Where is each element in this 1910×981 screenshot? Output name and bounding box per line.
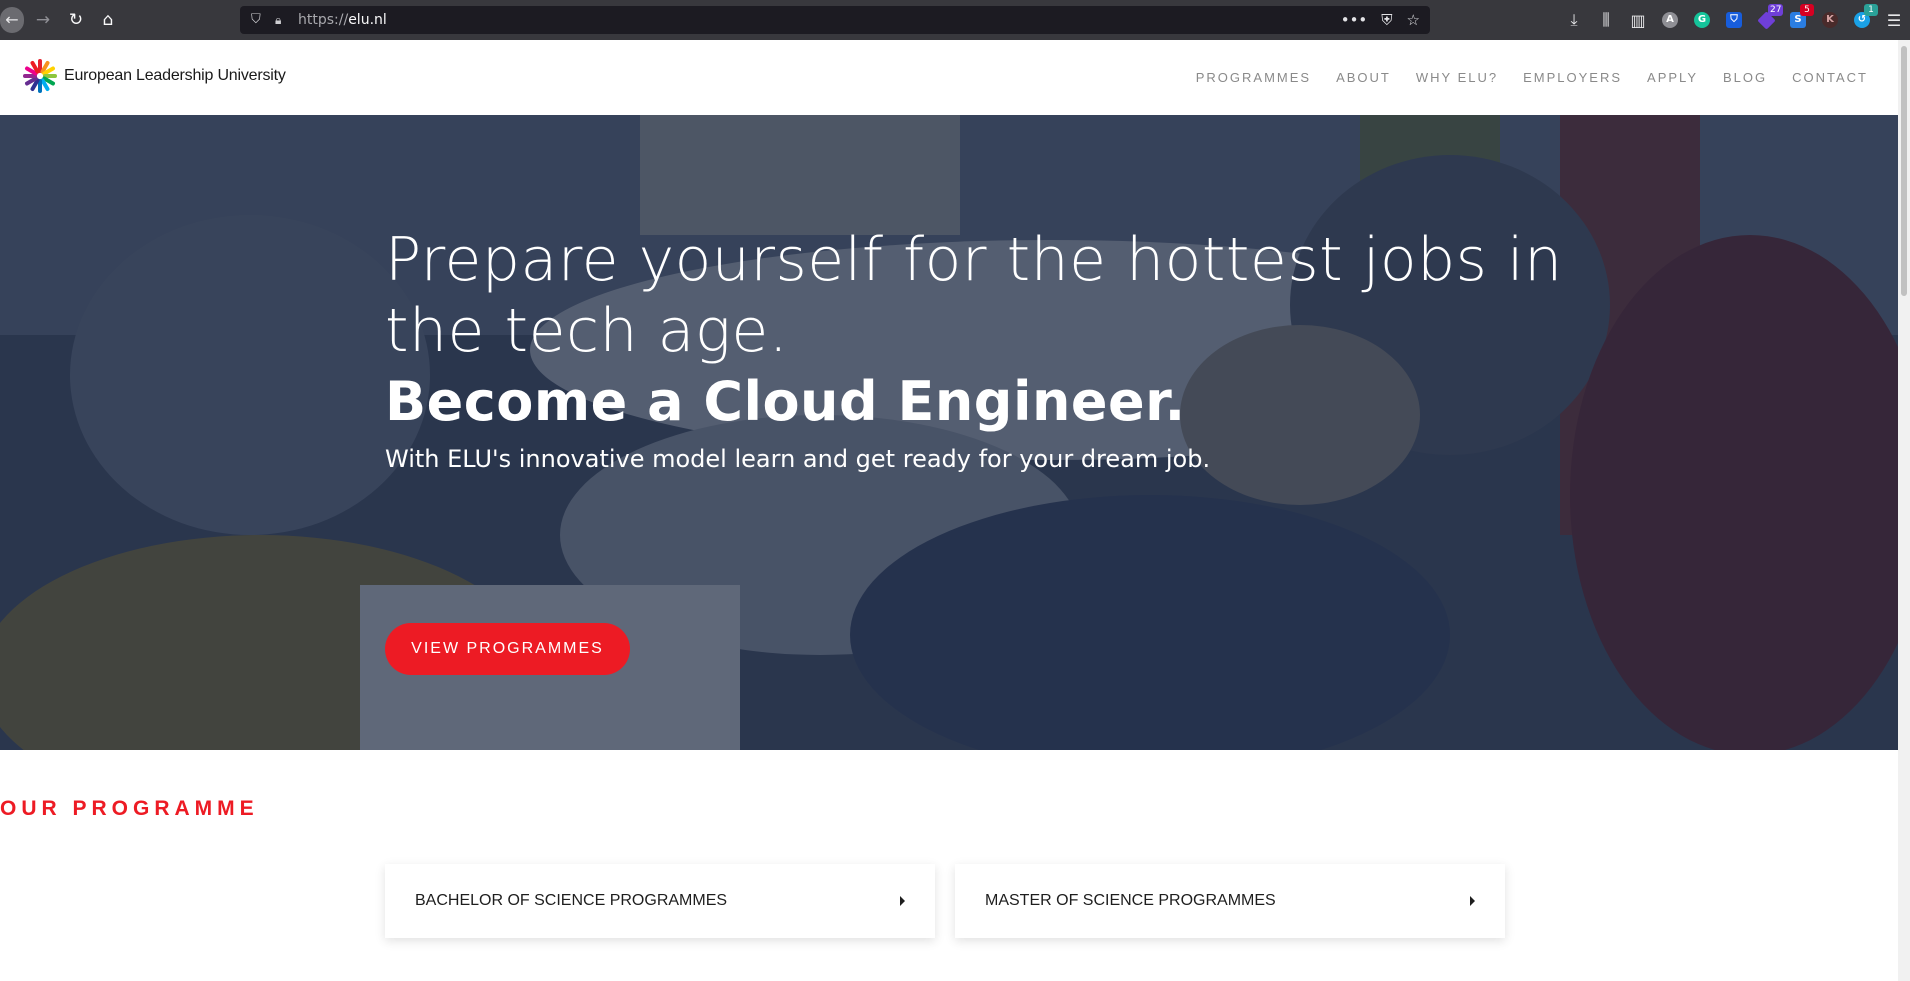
logo-burst-icon <box>23 59 57 93</box>
account-letter: A <box>1662 12 1678 28</box>
grammarly-icon[interactable]: G <box>1686 0 1718 40</box>
hero-content: Prepare yourself for the hottest jobs in… <box>385 225 1565 675</box>
address-bar[interactable]: ⛉ 🔒︎ https://elu.nl ••• ⛨ ☆ <box>240 6 1430 34</box>
scrollbar-thumb[interactable] <box>1901 46 1907 296</box>
bookmark-star-icon[interactable]: ☆ <box>1407 11 1420 29</box>
url-actions: ••• ⛨ ☆ <box>1341 6 1420 34</box>
account-icon[interactable]: A <box>1654 0 1686 40</box>
caret-right-icon <box>900 896 905 906</box>
home-button[interactable]: ⌂ <box>95 7 121 33</box>
menu-icon[interactable]: ☰ <box>1878 0 1910 40</box>
view-programmes-button[interactable]: VIEW PROGRAMMES <box>385 623 630 675</box>
url-text[interactable]: https://elu.nl <box>298 6 387 34</box>
nav-employers[interactable]: EMPLOYERS <box>1523 70 1622 85</box>
master-programmes-label: MASTER OF SCIENCE PROGRAMMES <box>985 892 1276 909</box>
bachelor-programmes-card[interactable]: BACHELOR OF SCIENCE PROGRAMMES <box>385 864 935 938</box>
url-domain: elu.nl <box>348 12 387 28</box>
pocket-icon[interactable]: ⛨ <box>1381 11 1392 29</box>
extension-red-badge: 5 <box>1800 4 1814 16</box>
browser-toolbar: ← → ↻ ⌂ ⛉ 🔒︎ https://elu.nl ••• ⛨ ☆ ⤓ ⫼ … <box>0 0 1910 40</box>
extension-blue-badge: 1 <box>1864 4 1878 16</box>
tracking-shield-icon[interactable]: ⛉ <box>251 10 267 30</box>
extension-blue-s-icon[interactable]: S 5 <box>1782 0 1814 40</box>
sidebar-icon[interactable]: ▥ <box>1622 0 1654 40</box>
toolbar-right: ⤓ ⫼ ▥ A G ⛉ 27 S 5 K ↺ 1 ☰ <box>1558 0 1910 40</box>
page-viewport: European Leadership University PROGRAMME… <box>0 40 1898 981</box>
hero-subtitle: With ELU's innovative model learn and ge… <box>385 445 1211 473</box>
extension-sync-icon[interactable]: ↺ 1 <box>1846 0 1878 40</box>
master-programmes-card[interactable]: MASTER OF SCIENCE PROGRAMMES <box>955 864 1505 938</box>
bitwarden-icon[interactable]: ⛉ <box>1718 0 1750 40</box>
our-programme-heading: OUR PROGRAMME <box>0 797 259 820</box>
page-actions-icon[interactable]: ••• <box>1341 11 1368 29</box>
site-logo[interactable]: European Leadership University <box>22 58 286 94</box>
nav-about[interactable]: ABOUT <box>1336 70 1391 85</box>
hero-title: Prepare yourself for the hottest jobs in… <box>385 225 1563 366</box>
extension-purple-icon[interactable]: 27 <box>1750 0 1784 40</box>
caret-right-icon <box>1470 896 1475 906</box>
url-scheme: https:// <box>298 12 349 28</box>
hero-title-cloud-engineer: Become a Cloud Engineer. <box>385 370 1186 433</box>
site-header: European Leadership University PROGRAMME… <box>0 40 1898 115</box>
extension-k-letter: K <box>1822 12 1838 28</box>
nav-blog[interactable]: BLOG <box>1723 70 1767 85</box>
nav-contact[interactable]: CONTACT <box>1792 70 1868 85</box>
downloads-icon[interactable]: ⤓ <box>1558 0 1590 40</box>
nav-programmes[interactable]: PROGRAMMES <box>1196 70 1311 85</box>
library-icon[interactable]: ⫼ <box>1590 0 1622 40</box>
reload-button[interactable]: ↻ <box>63 7 89 33</box>
hero-section: Prepare yourself for the hottest jobs in… <box>0 115 1898 750</box>
page-scrollbar[interactable] <box>1898 40 1910 981</box>
lock-icon[interactable]: 🔒︎ <box>275 10 291 30</box>
logo-text: European Leadership University <box>64 67 286 84</box>
forward-button[interactable]: → <box>30 7 56 33</box>
extension-k-icon[interactable]: K <box>1814 0 1846 40</box>
nav-why-elu[interactable]: WHY ELU? <box>1416 70 1498 85</box>
main-nav: PROGRAMMES ABOUT WHY ELU? EMPLOYERS APPL… <box>1196 40 1868 115</box>
nav-apply[interactable]: APPLY <box>1647 70 1698 85</box>
bachelor-programmes-label: BACHELOR OF SCIENCE PROGRAMMES <box>415 892 728 909</box>
back-button[interactable]: ← <box>0 7 24 33</box>
